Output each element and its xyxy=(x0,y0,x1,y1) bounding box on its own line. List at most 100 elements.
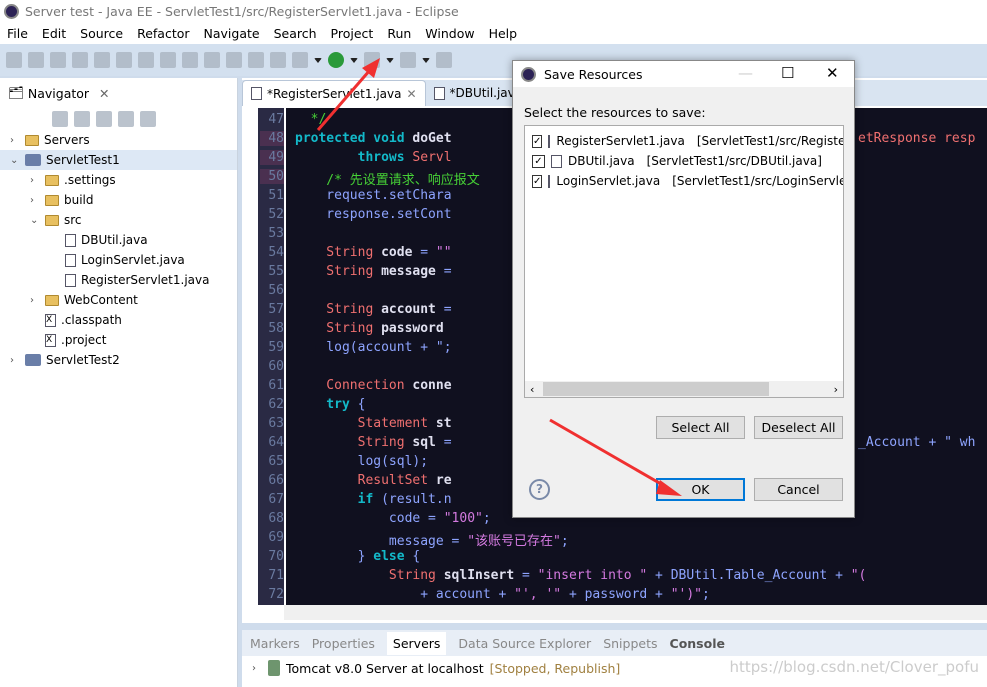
editor-horizontal-scrollbar[interactable] xyxy=(284,605,987,620)
line-number: 71 xyxy=(268,568,284,583)
scroll-right-icon[interactable]: › xyxy=(834,383,838,396)
chevron-right-icon[interactable]: › xyxy=(10,355,20,366)
maximize-icon[interactable]: ☐ xyxy=(781,64,794,82)
dropdown-arrow-icon[interactable] xyxy=(314,57,322,63)
tree-item[interactable]: DBUtil.java xyxy=(0,230,237,250)
back-icon[interactable] xyxy=(52,111,68,127)
chevron-right-icon[interactable]: › xyxy=(252,663,262,674)
editor-tab[interactable]: *RegisterServlet1.java ✕ xyxy=(242,80,426,106)
menu-run[interactable]: Run xyxy=(380,26,418,41)
tree-item-label: Servers xyxy=(44,133,90,147)
forward-icon[interactable] xyxy=(74,111,90,127)
tab-snippets[interactable]: Snippets xyxy=(603,636,657,651)
menu-navigate[interactable]: Navigate xyxy=(197,26,267,41)
chevron-down-icon[interactable]: ⌄ xyxy=(10,155,20,166)
line-number: 58 xyxy=(268,321,284,336)
menu-search[interactable]: Search xyxy=(267,26,324,41)
list-horizontal-scrollbar[interactable]: ‹ › xyxy=(525,381,843,397)
tree-item[interactable]: ⌄ ServletTest1 xyxy=(0,150,237,170)
chevron-right-icon[interactable]: › xyxy=(30,195,40,206)
close-icon[interactable]: ✕ xyxy=(406,87,416,101)
menu-edit[interactable]: Edit xyxy=(35,26,73,41)
code-token: conne xyxy=(412,378,452,393)
cancel-button[interactable]: Cancel xyxy=(754,478,843,501)
android-avd-icon[interactable] xyxy=(270,52,286,68)
chevron-down-icon[interactable]: ⌄ xyxy=(30,215,40,226)
run-icon[interactable] xyxy=(328,52,344,68)
suspend-icon[interactable] xyxy=(94,52,110,68)
scroll-left-icon[interactable]: ‹ xyxy=(530,383,534,396)
code-token: String xyxy=(295,264,382,279)
tree-item[interactable]: ⌄ src xyxy=(0,210,237,230)
tab-servers[interactable]: Servers xyxy=(386,631,447,655)
drop-to-frame-icon[interactable] xyxy=(226,52,242,68)
line-number: 54 xyxy=(268,245,284,260)
resume-icon[interactable] xyxy=(72,52,88,68)
dropdown-arrow-icon[interactable] xyxy=(422,57,430,63)
dropdown-arrow-icon[interactable] xyxy=(386,57,394,63)
view-menu-icon[interactable] xyxy=(140,111,156,127)
help-icon[interactable]: ? xyxy=(529,479,550,500)
server-state: [Stopped, Republish] xyxy=(489,660,621,676)
server-name: Tomcat v8.0 Server at localhost xyxy=(286,660,484,676)
menu-file[interactable]: File xyxy=(0,26,35,41)
tab-console[interactable]: Console xyxy=(670,636,725,651)
step-into-icon[interactable] xyxy=(160,52,176,68)
step-over-icon[interactable] xyxy=(182,52,198,68)
tree-item[interactable]: › ServletTest2 xyxy=(0,350,237,370)
menu-window[interactable]: Window xyxy=(418,26,481,41)
chevron-right-icon[interactable]: › xyxy=(30,175,40,186)
dropdown-arrow-icon[interactable] xyxy=(350,57,358,63)
tree-item[interactable]: RegisterServlet1.java xyxy=(0,270,237,290)
stop-icon[interactable] xyxy=(116,52,132,68)
run-external-icon[interactable] xyxy=(364,52,380,68)
android-sdk-icon[interactable] xyxy=(248,52,264,68)
tree-item[interactable]: › Servers xyxy=(0,130,237,150)
ok-button[interactable]: OK xyxy=(656,478,745,501)
resource-name: DBUtil.java xyxy=(568,154,635,168)
tab-properties[interactable]: Properties xyxy=(312,636,375,651)
line-number: 56 xyxy=(268,283,284,298)
resource-item[interactable]: ✓ DBUtil.java [ServletTest1/src/DBUtil.jav… xyxy=(525,151,843,171)
menu-source[interactable]: Source xyxy=(73,26,130,41)
close-icon[interactable]: ✕ xyxy=(99,86,109,101)
code-token: String xyxy=(295,568,444,583)
scrollbar-thumb[interactable] xyxy=(543,382,769,396)
collapse-all-icon[interactable] xyxy=(96,111,112,127)
checkbox[interactable]: ✓ xyxy=(532,134,543,148)
tree-item[interactable]: X .project xyxy=(0,330,237,350)
disconnect-icon[interactable] xyxy=(138,52,154,68)
tab-label: *RegisterServlet1.java xyxy=(267,86,402,101)
menu-refactor[interactable]: Refactor xyxy=(130,26,196,41)
web-service-icon[interactable] xyxy=(436,52,452,68)
checkbox[interactable]: ✓ xyxy=(532,174,543,188)
chevron-right-icon[interactable]: › xyxy=(30,295,40,306)
tree-item[interactable]: LoginServlet.java xyxy=(0,250,237,270)
close-icon[interactable]: ✕ xyxy=(826,64,839,82)
debug-icon[interactable] xyxy=(292,52,308,68)
save-all-icon[interactable] xyxy=(28,52,44,68)
tree-item[interactable]: X .classpath xyxy=(0,310,237,330)
resource-item[interactable]: ✓ RegisterServlet1.java [ServletTest1/src/… xyxy=(525,131,843,151)
menu-project[interactable]: Project xyxy=(324,26,381,41)
folder-icon xyxy=(45,294,59,306)
save-icon[interactable] xyxy=(6,52,22,68)
new-server-icon[interactable] xyxy=(400,52,416,68)
tab-data-source-explorer[interactable]: Data Source Explorer xyxy=(458,636,591,651)
menu-help[interactable]: Help xyxy=(482,26,525,41)
step-return-icon[interactable] xyxy=(204,52,220,68)
tree-item[interactable]: › .settings xyxy=(0,170,237,190)
tree-item[interactable]: › WebContent xyxy=(0,290,237,310)
select-all-button[interactable]: Select All xyxy=(656,416,745,439)
tab-markers[interactable]: Markers xyxy=(250,636,300,651)
chevron-right-icon[interactable]: › xyxy=(10,135,20,146)
code-token: re xyxy=(435,473,452,488)
navigator-title[interactable]: Navigator xyxy=(28,86,89,101)
tree-item[interactable]: › build xyxy=(0,190,237,210)
deselect-all-button[interactable]: Deselect All xyxy=(754,416,843,439)
code-token: + password + xyxy=(561,587,671,602)
resource-item[interactable]: ✓ LoginServlet.java [ServletTest1/src/Logi… xyxy=(525,171,843,191)
checkbox[interactable]: ✓ xyxy=(532,154,545,168)
link-editor-icon[interactable] xyxy=(118,111,134,127)
terminal-icon[interactable] xyxy=(50,52,66,68)
